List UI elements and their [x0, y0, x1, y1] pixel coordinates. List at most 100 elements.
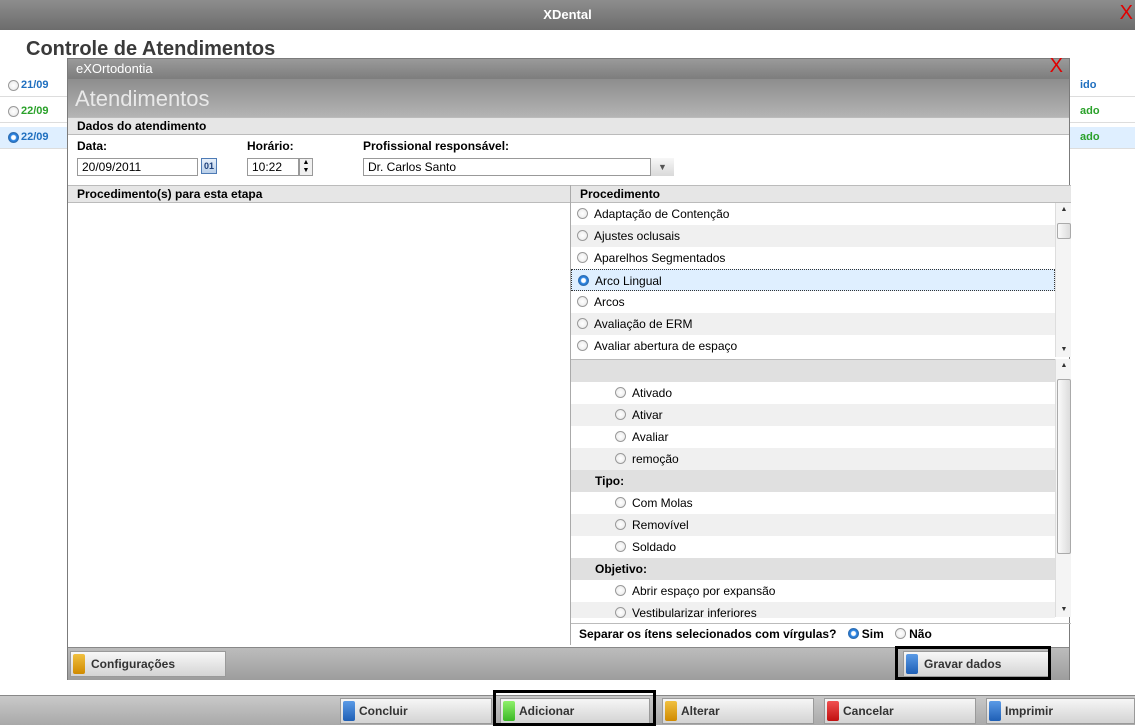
procedure-label: Adaptação de Contenção	[594, 207, 730, 221]
radio-icon[interactable]	[615, 453, 626, 465]
list-item[interactable]: Removível	[571, 514, 1055, 536]
procedure-label: Ajustes oclusais	[594, 229, 681, 243]
alterar-button[interactable]: Alterar	[662, 698, 814, 724]
procedure-label: Avaliação de ERM	[594, 317, 693, 331]
list-item[interactable]: remoção	[571, 448, 1055, 470]
option-label: Soldado	[632, 540, 677, 554]
radio-icon[interactable]	[615, 497, 626, 509]
list-item[interactable]: Arco Lingual	[571, 269, 1055, 291]
chip-icon	[343, 701, 355, 721]
list-item[interactable]: Arcos	[571, 291, 1055, 313]
options-scrollbar[interactable]: ▲ ▼	[1055, 359, 1071, 617]
list-item[interactable]: Avaliar	[571, 426, 1055, 448]
button-label: Cancelar	[843, 704, 894, 718]
scroll-up-icon[interactable]: ▲	[1056, 203, 1072, 217]
list-item[interactable]: Abrir espaço por expansão	[571, 580, 1055, 602]
scroll-thumb[interactable]	[1057, 223, 1071, 239]
atendimentos-dialog: eXOrtodontia X Atendimentos Dados do ate…	[67, 56, 1071, 680]
save-highlight-box	[895, 646, 1051, 680]
radio-icon[interactable]	[578, 275, 589, 287]
procedure-list: Adaptação de Contenção Ajustes oclusais …	[571, 203, 1055, 357]
list-item[interactable]: Adaptação de Contenção	[571, 203, 1055, 225]
option-label: Ativar	[632, 408, 663, 422]
separator-yes-label[interactable]: Sim	[862, 627, 884, 641]
option-label: Com Molas	[632, 496, 693, 510]
list-item[interactable]: Ajustes oclusais	[571, 225, 1055, 247]
right-panel-title: Procedimento	[571, 185, 1071, 203]
radio-icon[interactable]	[577, 208, 588, 220]
option-label: Avaliar	[632, 430, 669, 444]
scroll-down-icon[interactable]: ▼	[1056, 343, 1072, 357]
professional-label: Profissional responsável:	[363, 139, 510, 153]
app-title: XDental	[543, 7, 592, 22]
dialog-window-title: eXOrtodontia	[76, 61, 153, 76]
radio-icon[interactable]	[615, 607, 626, 619]
tipo-group-header: Tipo:	[571, 470, 1055, 492]
bottom-action-bar: Concluir Adicionar Alterar Cancelar Impr…	[0, 690, 1135, 726]
time-stepper[interactable]: ▲ ▼	[299, 158, 313, 176]
scroll-up-icon[interactable]: ▲	[1056, 359, 1072, 373]
row-status: ado	[1080, 105, 1100, 117]
row-radio[interactable]	[8, 132, 19, 143]
configurations-button[interactable]: Configurações	[70, 651, 226, 677]
scroll-down-icon[interactable]: ▼	[1056, 603, 1072, 617]
list-item[interactable]: Avaliação de ERM	[571, 313, 1055, 335]
separator-no-label[interactable]: Não	[909, 627, 932, 641]
list-item[interactable]: Ativado	[571, 382, 1055, 404]
time-field[interactable]: 10:22	[247, 158, 299, 176]
row-radio[interactable]	[8, 80, 19, 91]
calendar-icon[interactable]: 01	[201, 158, 217, 174]
separator-option: Separar os ítens selecionados com vírgul…	[571, 623, 1071, 645]
chevron-down-icon[interactable]: ▼	[650, 158, 674, 176]
radio-icon[interactable]	[577, 230, 588, 242]
configurations-label: Configurações	[91, 657, 176, 671]
radio-icon[interactable]	[615, 431, 626, 443]
app-close-icon[interactable]: X	[1120, 0, 1133, 28]
dialog-close-icon[interactable]: X	[1050, 56, 1063, 76]
radio-icon[interactable]	[577, 340, 588, 352]
radio-icon[interactable]	[615, 585, 626, 597]
procedure-label: Avaliar abertura de espaço	[594, 339, 738, 353]
list-item[interactable]: Ativar	[571, 404, 1055, 426]
list-item[interactable]: Com Molas	[571, 492, 1055, 514]
list-item[interactable]: Avaliar abertura de espaço	[571, 335, 1055, 357]
professional-select[interactable]: Dr. Carlos Santo	[363, 158, 674, 176]
radio-icon[interactable]	[577, 318, 588, 330]
date-field[interactable]: 20/09/2011	[77, 158, 198, 176]
radio-icon[interactable]	[615, 409, 626, 421]
scroll-thumb[interactable]	[1057, 379, 1071, 554]
radio-icon[interactable]	[615, 387, 626, 399]
adicionar-highlight-box	[493, 690, 656, 726]
list-item[interactable]: Aparelhos Segmentados	[571, 247, 1055, 269]
date-label: Data:	[77, 139, 108, 153]
time-label: Horário:	[247, 139, 294, 153]
dialog-footer: Configurações Gravar dados	[68, 646, 1069, 680]
row-status: ado	[1080, 131, 1100, 143]
separator-question: Separar os ítens selecionados com vírgul…	[579, 627, 837, 641]
objetivo-group-header: Objetivo:	[571, 558, 1055, 580]
left-panel-title: Procedimento(s) para esta etapa	[68, 185, 570, 203]
option-label: Removível	[632, 518, 689, 532]
professional-value: Dr. Carlos Santo	[368, 160, 457, 174]
procedure-label: Arcos	[594, 295, 625, 309]
app-titlebar: XDental X	[0, 0, 1135, 30]
radio-no-icon[interactable]	[895, 628, 907, 640]
radio-yes-icon[interactable]	[847, 628, 859, 640]
cancelar-button[interactable]: Cancelar	[824, 698, 976, 724]
procedure-scrollbar[interactable]: ▲ ▼	[1055, 203, 1071, 357]
concluir-button[interactable]: Concluir	[340, 698, 492, 724]
selected-procedures-panel: Procedimento(s) para esta etapa	[68, 185, 571, 645]
radio-icon[interactable]	[577, 296, 588, 308]
row-radio[interactable]	[8, 106, 19, 117]
chip-icon	[827, 701, 839, 721]
button-label: Alterar	[681, 704, 720, 718]
radio-icon[interactable]	[615, 519, 626, 531]
radio-icon[interactable]	[577, 252, 588, 264]
options-group-header	[571, 360, 1055, 382]
list-item[interactable]: Vestibularizar inferiores	[571, 602, 1055, 620]
option-label: Vestibularizar inferiores	[632, 606, 757, 620]
imprimir-button[interactable]: Imprimir	[986, 698, 1135, 724]
list-item[interactable]: Soldado	[571, 536, 1055, 558]
chip-icon	[989, 701, 1001, 721]
radio-icon[interactable]	[615, 541, 626, 553]
